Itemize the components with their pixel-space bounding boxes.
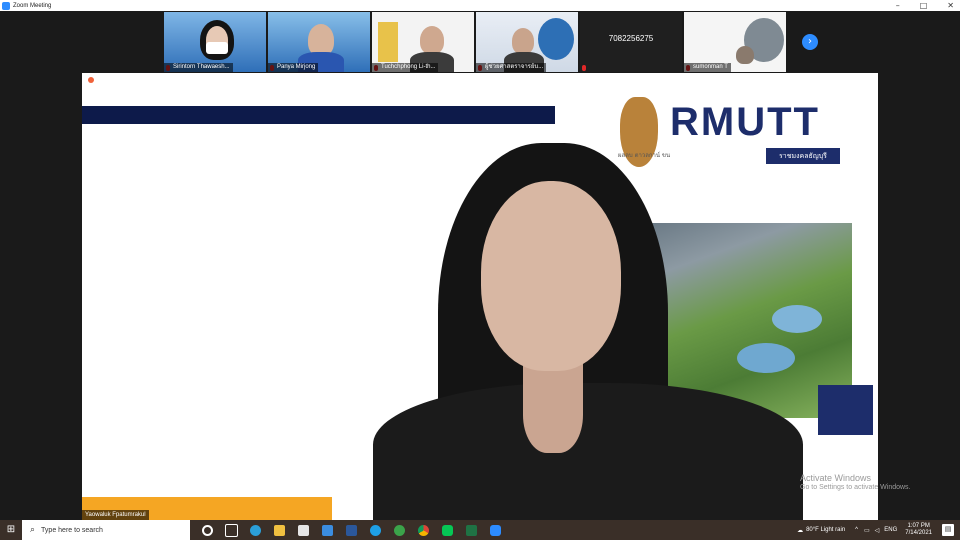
participant-tile[interactable]: Panya Mirjong bbox=[268, 12, 370, 72]
participant-tile[interactable]: Sirintorn Thawaesh... bbox=[164, 12, 266, 72]
ie-icon[interactable] bbox=[364, 520, 386, 540]
clock-time: 1:07 PM bbox=[907, 523, 930, 529]
activate-windows-watermark: Activate Windows Go to Settings to activ… bbox=[800, 473, 911, 493]
slide-accent-block bbox=[818, 385, 873, 435]
minimize-button[interactable]: – bbox=[896, 0, 900, 11]
excel-icon[interactable] bbox=[460, 520, 482, 540]
next-participants-arrow-icon[interactable]: › bbox=[802, 34, 818, 50]
edge-icon[interactable] bbox=[244, 520, 266, 540]
store-icon[interactable] bbox=[292, 520, 314, 540]
participant-tile[interactable]: Tuchchphong Li-th... bbox=[372, 12, 474, 72]
network-icon[interactable]: ▭ bbox=[864, 527, 870, 534]
active-speaker-video bbox=[373, 143, 803, 520]
word-icon[interactable] bbox=[340, 520, 362, 540]
task-view-icon[interactable] bbox=[220, 520, 242, 540]
slide-header-bar bbox=[82, 106, 555, 124]
participant-name: Tuchchphong Li-th... bbox=[372, 63, 439, 72]
participant-name: Panya Mirjong bbox=[268, 63, 319, 72]
taskbar-search[interactable]: ⌕ Type here to search bbox=[22, 520, 190, 540]
watermark-line1: Activate Windows bbox=[800, 473, 872, 483]
weather-icon: ☁ bbox=[797, 527, 804, 534]
participant-name: sumonman T bbox=[684, 63, 731, 72]
notification-icon[interactable]: ▤ bbox=[942, 524, 954, 536]
participant-tile[interactable]: 7082256275 bbox=[580, 12, 682, 72]
system-tray: ☁ 80°F Light rain ^ ▭ ◁ ENG 1:07 PM 7/14… bbox=[797, 520, 960, 540]
mask-icon bbox=[206, 42, 228, 54]
search-icon: ⌕ bbox=[30, 525, 36, 535]
windows-start-icon[interactable]: ⊞ bbox=[0, 520, 22, 540]
participant-phone-number: 7082256275 bbox=[608, 34, 654, 43]
clock[interactable]: 1:07 PM 7/14/2021 bbox=[905, 523, 932, 537]
window-title: Zoom Meeting bbox=[13, 2, 52, 9]
weather-text[interactable]: 80°F Light rain bbox=[806, 527, 845, 533]
cortana-icon[interactable] bbox=[196, 520, 218, 540]
windows-taskbar: ⊞ ⌕ Type here to search ☁ 80°F Light rai… bbox=[0, 520, 960, 540]
mail-icon[interactable] bbox=[316, 520, 338, 540]
active-speaker-name: Yaowaluk Fpatumrakul bbox=[82, 510, 149, 520]
clock-date: 7/14/2021 bbox=[905, 530, 932, 536]
slide-logo: RMUTT bbox=[670, 100, 820, 144]
line-icon[interactable] bbox=[436, 520, 458, 540]
chrome-icon[interactable] bbox=[412, 520, 434, 540]
close-button[interactable]: ✕ bbox=[947, 0, 954, 11]
watermark-line2: Go to Settings to activate Windows. bbox=[800, 484, 911, 491]
participant-strip: Sirintorn Thawaesh... Panya Mirjong Tuch… bbox=[164, 12, 786, 72]
file-explorer-icon[interactable] bbox=[268, 520, 290, 540]
recording-dot-icon bbox=[88, 77, 94, 83]
muted-mic-icon bbox=[582, 65, 586, 71]
zoom-app-icon bbox=[2, 1, 10, 10]
app-green-icon[interactable] bbox=[388, 520, 410, 540]
zoom-icon[interactable] bbox=[484, 520, 506, 540]
tray-chevron-icon[interactable]: ^ bbox=[855, 527, 858, 533]
participant-name: ผู้ช่วยศาสตราจารย์บ... bbox=[476, 63, 547, 72]
language-indicator[interactable]: ENG bbox=[884, 527, 897, 533]
participant-tile[interactable]: ผู้ช่วยศาสตราจารย์บ... bbox=[476, 12, 578, 72]
volume-icon[interactable]: ◁ bbox=[875, 527, 880, 534]
participant-name: Sirintorn Thawaesh... bbox=[164, 63, 233, 72]
search-placeholder: Type here to search bbox=[41, 526, 103, 534]
window-titlebar: Zoom Meeting – □ ✕ bbox=[0, 0, 960, 11]
participant-tile[interactable]: sumonman T bbox=[684, 12, 786, 72]
window-controls: – □ ✕ bbox=[896, 0, 954, 11]
maximize-button[interactable]: □ bbox=[920, 0, 928, 11]
